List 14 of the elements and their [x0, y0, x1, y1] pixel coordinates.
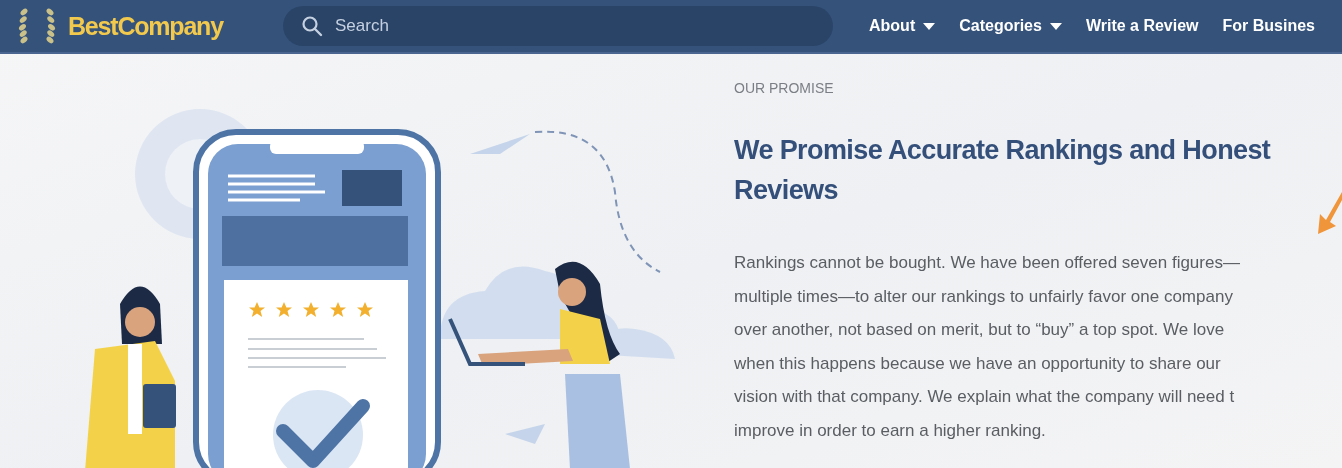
promise-paragraph: Rankings cannot be bought. We have been offered seven figures— multiple times—to alter our rankings to unfairly favor one company over another, not based on merit, but to “buy” a top spot. We love when this happens because we have an opportunity to share our vision with that company. We explain what the company will need t improve in order to earn a higher ranking.	[734, 252, 1241, 442]
section-eyebrow: OUR PROMISE	[734, 80, 835, 96]
logo-text[interactable]: BestCompany	[68, 11, 223, 41]
caret-icon	[1049, 22, 1062, 30]
nav-link[interactable]: About	[869, 17, 936, 35]
nav-link[interactable]: For Busines	[1222, 17, 1315, 35]
search-icon	[301, 15, 323, 37]
nav-link[interactable]: Categories	[959, 17, 1062, 35]
section-heading: We Promise Accurate Rankings and Honest Reviews	[734, 134, 1271, 207]
caret-icon	[923, 22, 936, 30]
nav-link[interactable]: Write a Review	[1085, 17, 1199, 35]
search-field[interactable]: Search	[283, 6, 833, 46]
arrow-icon	[1316, 190, 1342, 236]
search-input[interactable]: Search	[333, 15, 737, 37]
